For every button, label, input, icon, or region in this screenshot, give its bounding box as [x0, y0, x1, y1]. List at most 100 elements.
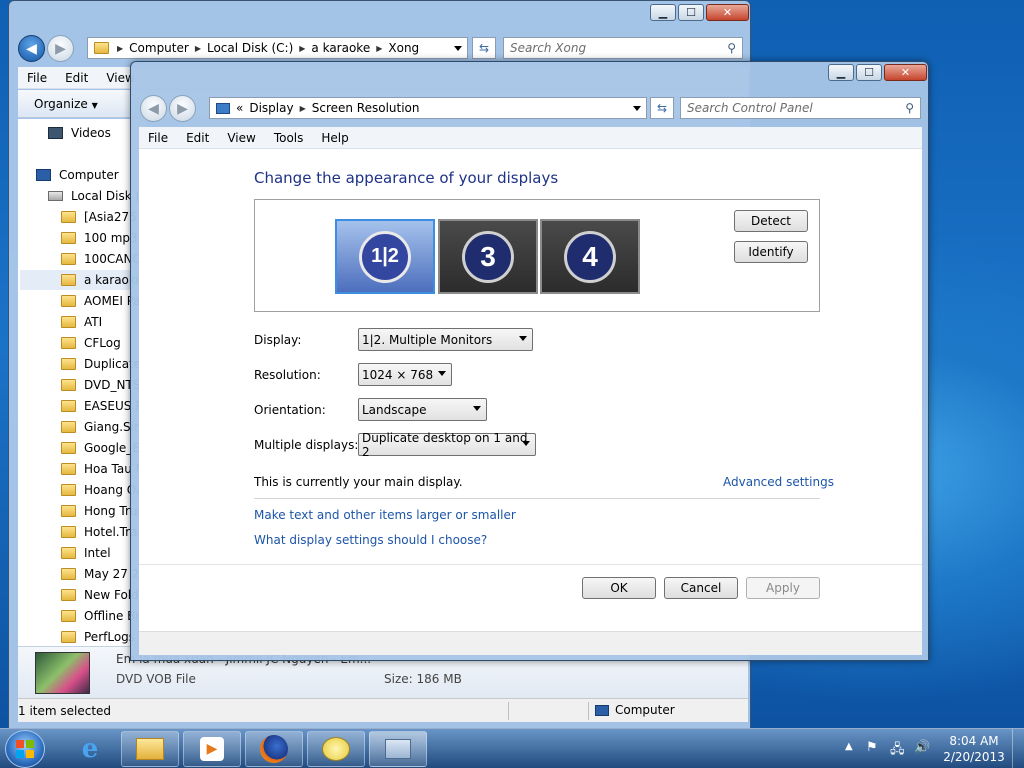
menu-file[interactable]: File — [139, 131, 177, 145]
control-panel-search-input[interactable]: Search Control Panel ⚲ — [680, 97, 921, 119]
refresh-button[interactable]: ⇆ — [650, 97, 674, 119]
firefox-icon — [260, 735, 288, 763]
action-center-icon[interactable]: ⚑ — [866, 740, 878, 755]
resolution-dropdown[interactable]: 1024 × 768 — [358, 363, 452, 386]
display-help-link[interactable]: What display settings should I choose? — [254, 533, 487, 547]
resolution-label: Resolution: — [254, 368, 321, 382]
orientation-label: Orientation: — [254, 403, 326, 417]
monitor-1-2[interactable]: 1|2 — [335, 219, 435, 294]
back-button[interactable]: ◀ — [18, 35, 45, 62]
multiple-displays-dropdown[interactable]: Duplicate desktop on 1 and 2 — [358, 431, 536, 459]
network-icon[interactable]: 🖧 — [890, 740, 905, 762]
dialog-caption-buttons: ▁ ☐ ✕ — [826, 64, 927, 81]
folder-icon — [61, 631, 76, 643]
explorer-search-input[interactable]: Search Xong ⚲ — [503, 37, 743, 59]
minimize-button[interactable]: ▁ — [650, 4, 676, 21]
tree-item[interactable]: Intel — [61, 543, 111, 563]
forward-button[interactable]: ▶ — [47, 35, 74, 62]
show-hidden-icons-button[interactable]: ▲ — [845, 741, 853, 752]
maximize-button[interactable]: ☐ — [856, 64, 882, 81]
details-size: Size: 186 MB — [384, 672, 462, 686]
tree-item[interactable]: AOMEI Pa — [61, 291, 141, 311]
dialog-menu-bar: File Edit View Tools Help — [139, 127, 922, 149]
orientation-value: Landscape — [362, 402, 427, 417]
ok-button[interactable]: OK — [582, 577, 656, 599]
cancel-button[interactable]: Cancel — [664, 577, 738, 599]
advanced-settings-link[interactable]: Advanced settings — [723, 475, 834, 489]
text-size-link[interactable]: Make text and other items larger or smal… — [254, 508, 516, 522]
video-thumbnail — [35, 652, 90, 694]
monitor-preview-area: 1|2 3 4 Detect Identify — [254, 199, 820, 312]
display-dropdown[interactable]: 1|2. Multiple Monitors — [358, 328, 533, 351]
show-desktop-button[interactable] — [1012, 729, 1024, 768]
volume-icon[interactable]: 🔊 — [914, 740, 930, 755]
menu-edit[interactable]: Edit — [177, 131, 218, 145]
chevron-down-icon[interactable] — [454, 46, 462, 51]
menu-edit[interactable]: Edit — [56, 71, 97, 85]
display-value: 1|2. Multiple Monitors — [362, 332, 493, 347]
breadcrumb-display[interactable]: Display — [249, 101, 293, 115]
monitor-number: 3 — [462, 230, 514, 283]
menu-tools[interactable]: Tools — [265, 131, 313, 145]
tree-item[interactable]: Videos — [48, 123, 111, 143]
close-button[interactable]: ✕ — [706, 4, 749, 21]
firefox-taskbar-button[interactable] — [245, 731, 303, 767]
organize-label: Organize — [34, 96, 88, 111]
tree-item[interactable]: a karaoke — [20, 270, 146, 290]
menu-help[interactable]: Help — [312, 131, 357, 145]
menu-view[interactable]: View — [218, 131, 264, 145]
detect-button[interactable]: Detect — [734, 210, 808, 232]
apply-button[interactable]: Apply — [746, 577, 820, 599]
dialog-address-bar[interactable]: « Display ▶ Screen Resolution — [209, 97, 647, 119]
taskbar: e ▶ ▲ ⚑ 🖧 🔊 8:04 AM 2/20/2013 — [0, 728, 1024, 768]
messenger-taskbar-button[interactable] — [307, 731, 365, 767]
maximize-button[interactable]: ☐ — [678, 4, 704, 21]
breadcrumb-screen-resolution[interactable]: Screen Resolution — [312, 101, 420, 115]
close-button[interactable]: ✕ — [884, 64, 927, 81]
tree-item[interactable]: ATI — [61, 312, 102, 332]
ie-icon: e — [81, 734, 99, 764]
breadcrumb-a-karaoke[interactable]: a karaoke — [311, 41, 370, 55]
windows-logo-icon — [16, 740, 34, 758]
monitor-number: 1|2 — [359, 230, 411, 283]
media-player-taskbar-button[interactable]: ▶ — [183, 731, 241, 767]
tree-item[interactable]: Computer — [36, 165, 119, 185]
start-button[interactable] — [5, 730, 45, 768]
minimize-button[interactable]: ▁ — [828, 64, 854, 81]
explorer-status-bar: 1 item selected Computer — [18, 698, 748, 722]
refresh-button[interactable]: ⇆ — [472, 37, 496, 59]
forward-button[interactable]: ▶ — [169, 95, 196, 122]
explorer-icon — [136, 738, 164, 760]
ie-pinned[interactable]: e — [68, 731, 112, 767]
tree-item[interactable]: CFLog — [61, 333, 121, 353]
identify-button[interactable]: Identify — [734, 241, 808, 263]
organize-button[interactable]: Organize ▼ — [34, 97, 98, 111]
monitor-number: 4 — [564, 230, 616, 283]
tree-item[interactable]: PerfLogs — [61, 627, 135, 646]
folder-icon — [61, 505, 76, 517]
folder-icon — [61, 253, 76, 265]
back-button[interactable]: ◀ — [140, 95, 167, 122]
chevron-down-icon[interactable] — [633, 106, 641, 111]
chevron-down-icon — [473, 406, 481, 411]
tree-item-label: CFLog — [84, 336, 121, 350]
explorer-taskbar-button[interactable] — [121, 731, 179, 767]
orientation-dropdown[interactable]: Landscape — [358, 398, 487, 421]
breadcrumb-local-disk[interactable]: Local Disk (C:) — [207, 41, 293, 55]
videos-library-icon — [48, 127, 63, 139]
clock[interactable]: 8:04 AM 2/20/2013 — [942, 733, 1006, 765]
resolution-value: 1024 × 768 — [362, 367, 434, 382]
folder-icon — [61, 568, 76, 580]
monitor-4[interactable]: 4 — [540, 219, 640, 294]
explorer-address-bar[interactable]: ▶ Computer ▶ Local Disk (C:) ▶ a karaoke ▶ … — [87, 37, 468, 59]
breadcrumb-xong[interactable]: Xong — [388, 41, 419, 55]
folder-icon — [61, 274, 76, 286]
search-placeholder: Search Xong — [510, 41, 587, 55]
explorer-caption-buttons: ▁ ☐ ✕ — [648, 4, 749, 21]
menu-file[interactable]: File — [18, 71, 56, 85]
main-display-note: This is currently your main display. — [254, 475, 463, 489]
monitor-3[interactable]: 3 — [438, 219, 538, 294]
breadcrumb-computer[interactable]: Computer — [129, 41, 189, 55]
display-settings-taskbar-button[interactable] — [369, 731, 427, 767]
divider — [254, 498, 820, 499]
